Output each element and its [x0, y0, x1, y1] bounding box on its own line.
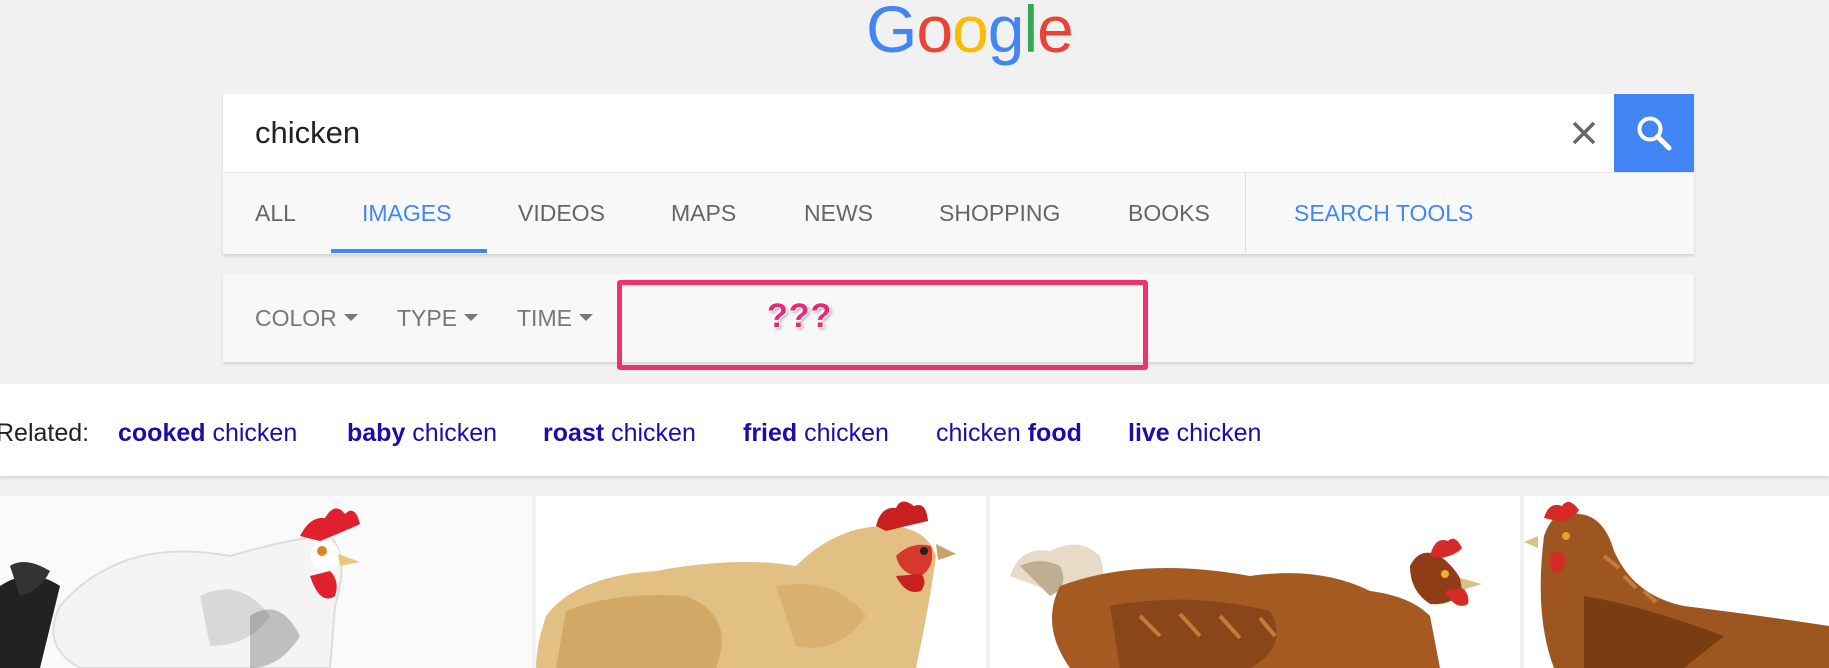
tab-images[interactable]: IMAGES — [362, 173, 451, 253]
image-result[interactable] — [990, 496, 1520, 668]
close-icon — [1572, 121, 1596, 145]
white-chicken-image — [0, 496, 532, 668]
logo-letter: o — [916, 0, 953, 66]
related-item-bold: fried — [743, 419, 798, 447]
caret-down-icon — [464, 314, 479, 322]
buff-chicken-image — [536, 496, 986, 668]
caret-down-icon — [578, 314, 593, 322]
search-tools-button[interactable]: SEARCH TOOLS — [1294, 173, 1473, 253]
tab-divider — [1245, 173, 1246, 253]
related-item-text: chicken — [1169, 419, 1262, 447]
related-item-bold: roast — [543, 419, 605, 447]
related-item-cooked-chicken[interactable]: cooked chicken — [118, 384, 297, 482]
search-button[interactable] — [1614, 94, 1694, 172]
related-item-text: chicken — [205, 419, 298, 447]
annotation-highlight-box — [617, 280, 1148, 370]
brown-hen-image — [990, 496, 1520, 668]
time-filter-label: TIME — [517, 305, 572, 331]
logo-letter: g — [987, 0, 1025, 66]
search-input[interactable] — [255, 94, 1505, 172]
image-result[interactable] — [1524, 496, 1829, 668]
logo-letter: l — [1023, 0, 1039, 66]
image-result[interactable] — [536, 496, 986, 668]
related-item-bold: cooked — [118, 419, 206, 447]
related-item-bold: live — [1128, 419, 1170, 447]
time-filter-dropdown[interactable]: TIME — [517, 274, 593, 362]
related-item-fried-chicken[interactable]: fried chicken — [743, 384, 889, 482]
type-filter-label: TYPE — [397, 305, 458, 331]
active-tab-indicator — [331, 249, 487, 253]
clear-search-button[interactable] — [1560, 109, 1608, 157]
image-results-grid — [0, 496, 1829, 668]
color-filter-dropdown[interactable]: COLOR — [255, 274, 358, 362]
brown-hen-image-2 — [1524, 496, 1829, 668]
google-logo[interactable]: Google — [866, 0, 1074, 66]
tab-news[interactable]: NEWS — [804, 173, 873, 253]
related-item-text: chicken — [604, 419, 696, 447]
related-label: Related: — [0, 419, 90, 447]
related-searches-bar: Related: cooked chicken baby chicken roa… — [0, 384, 1829, 476]
logo-letter: o — [952, 0, 989, 66]
tab-maps[interactable]: MAPS — [671, 173, 736, 253]
logo-letter: e — [1037, 0, 1074, 66]
related-item-bold: baby — [347, 419, 406, 447]
related-item-live-chicken[interactable]: live chicken — [1128, 384, 1261, 482]
logo-letter: G — [866, 0, 917, 66]
color-filter-label: COLOR — [255, 305, 337, 331]
type-filter-dropdown[interactable]: TYPE — [397, 274, 479, 362]
tab-shopping[interactable]: SHOPPING — [939, 173, 1060, 253]
related-item-baby-chicken[interactable]: baby chicken — [347, 384, 497, 482]
search-icon — [1637, 116, 1672, 151]
tab-books[interactable]: BOOKS — [1128, 173, 1210, 253]
image-result[interactable] — [0, 496, 532, 668]
related-item-chicken-food[interactable]: chicken food — [936, 384, 1082, 482]
related-item-bold: food — [1027, 419, 1082, 447]
related-item-roast-chicken[interactable]: roast chicken — [543, 384, 696, 482]
related-item-text: chicken — [405, 419, 498, 447]
tab-videos[interactable]: VIDEOS — [518, 173, 605, 253]
annotation-question-marks: ??? — [767, 297, 833, 335]
tab-all[interactable]: ALL — [255, 173, 296, 253]
search-box — [223, 94, 1694, 172]
caret-down-icon — [343, 314, 358, 322]
related-item-text: chicken — [797, 419, 889, 447]
related-item-text: chicken — [936, 419, 1028, 447]
search-type-tabs: ALL IMAGES VIDEOS MAPS NEWS SHOPPING BOO… — [223, 172, 1694, 254]
